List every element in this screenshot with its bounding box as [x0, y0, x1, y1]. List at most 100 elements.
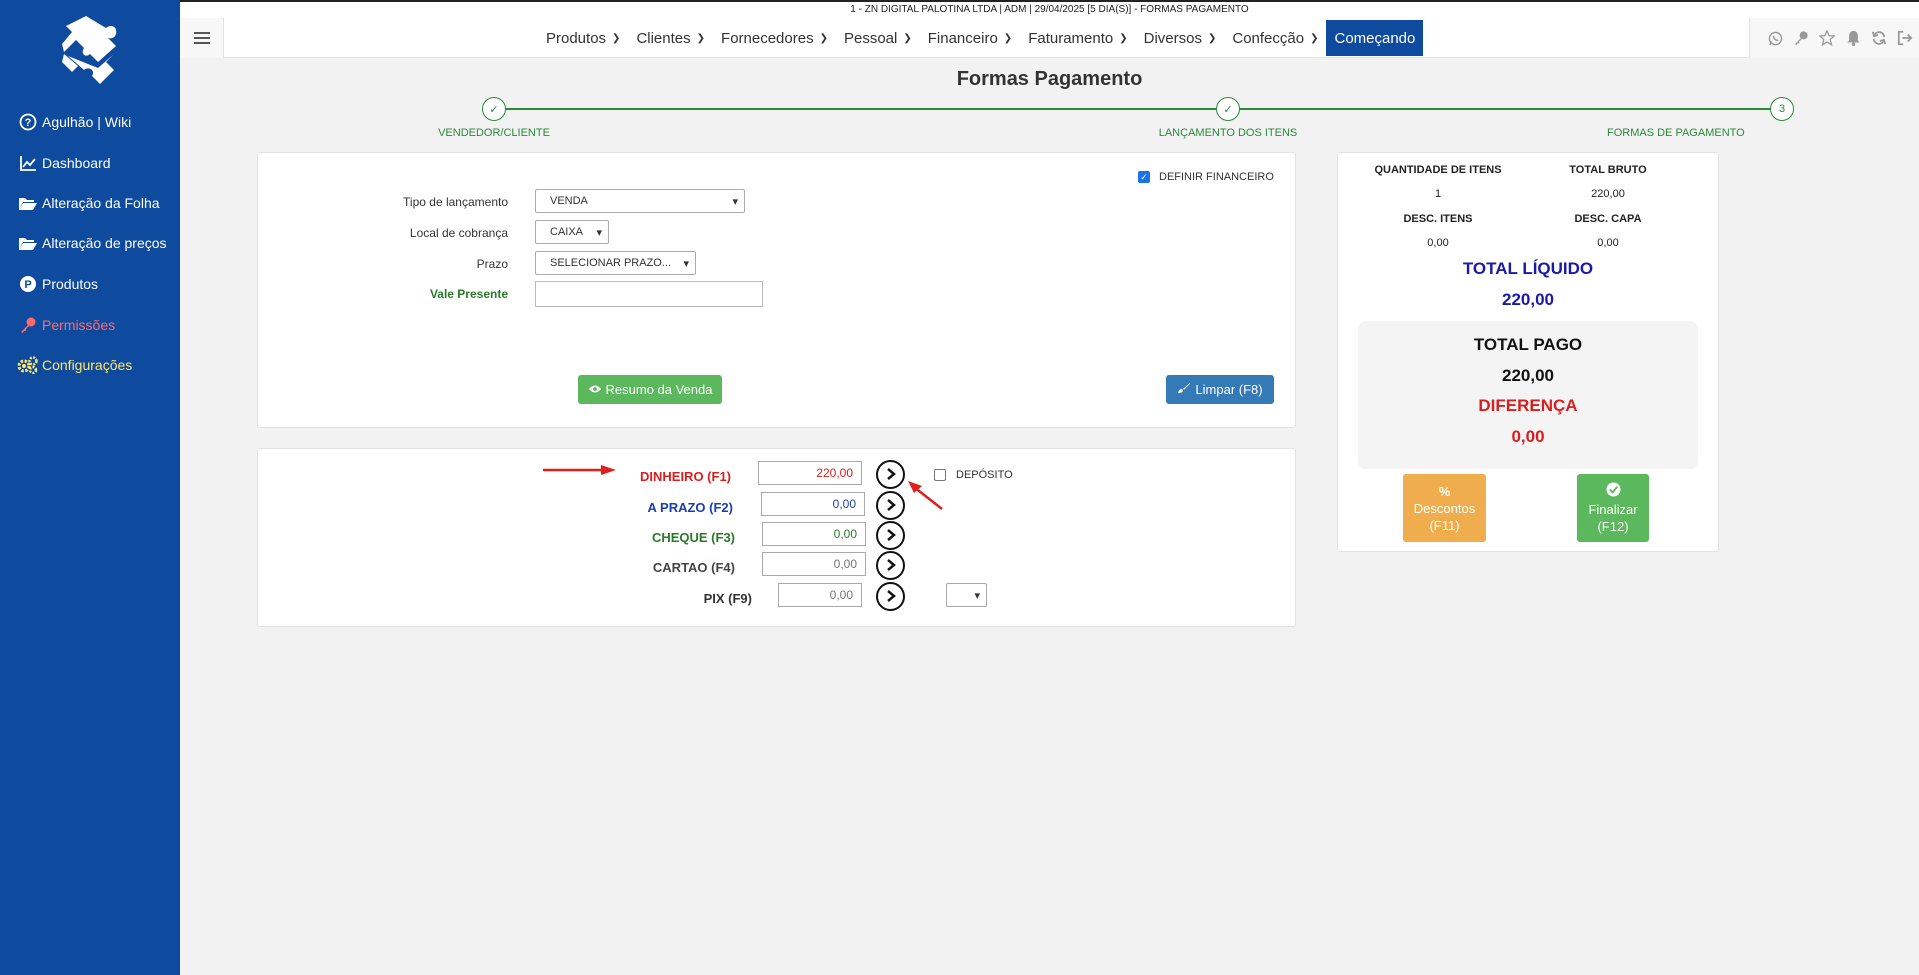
sidebar-item-label: Configurações: [42, 357, 133, 373]
nav-label: Produtos: [546, 29, 607, 47]
step-connector: [1228, 108, 1782, 110]
step-3-label: FORMAS DE PAGAMENTO: [1607, 127, 1745, 139]
top-navbar: Produtos ❯ Clientes ❯ Fornecedores ❯ Pessoa…: [180, 18, 1919, 58]
step-1-check-icon: ✓: [482, 97, 506, 121]
key-icon[interactable]: [1792, 29, 1810, 47]
check-circle-icon: [1605, 481, 1621, 501]
pix-input[interactable]: 0,00: [778, 583, 862, 607]
vale-presente-label: Vale Presente: [429, 287, 508, 301]
cheque-apply-button[interactable]: [876, 521, 905, 550]
descontos-button[interactable]: % Descontos (F11): [1403, 474, 1486, 542]
nav-financeiro[interactable]: Financeiro ❯: [920, 20, 1020, 56]
sidebar-item-produtos[interactable]: P Produtos: [17, 271, 98, 297]
limpar-button[interactable]: Limpar (F8): [1166, 375, 1274, 404]
sidebar-item-label: Permissões: [42, 317, 116, 333]
a-prazo-apply-button[interactable]: [876, 491, 905, 520]
nav-label: Financeiro: [927, 29, 998, 47]
nav-fornecedores[interactable]: Fornecedores ❯: [713, 20, 836, 56]
diferenca-label: DIFERENÇA: [1478, 396, 1578, 415]
sidebar-item-dashboard[interactable]: Dashboard: [17, 150, 111, 176]
pix-apply-button[interactable]: [876, 582, 905, 611]
nav-diversos[interactable]: Diversos ❯: [1136, 20, 1225, 56]
cartao-input[interactable]: 0,00: [762, 552, 866, 576]
logout-icon[interactable]: [1896, 29, 1914, 47]
nav-pessoal[interactable]: Pessoal ❯: [836, 20, 920, 56]
nav-confeccao[interactable]: Confecção ❯: [1224, 20, 1326, 56]
prazo-select[interactable]: SELECIONAR PRAZO... ▾: [535, 251, 696, 275]
chevron-down-icon: ❯: [1003, 32, 1013, 44]
chevron-right-icon: [886, 528, 896, 544]
sidebar-item-wiki[interactable]: ? Agulhão | Wiki: [17, 109, 131, 135]
pix-account-select[interactable]: ▾: [946, 583, 987, 607]
total-bruto-value: 220,00: [1591, 188, 1625, 200]
folder-open-icon: [17, 192, 39, 214]
deposito-label: DEPÓSITO: [956, 469, 1013, 481]
eye-icon: [588, 382, 602, 397]
sidebar-item-configuracoes[interactable]: Configurações: [17, 352, 132, 378]
deposito-option: DEPÓSITO: [934, 469, 1013, 481]
svg-text:P: P: [24, 279, 31, 291]
puzzle-logo-icon: [58, 14, 122, 88]
sidebar-item-label: Alteração da Folha: [42, 195, 160, 211]
local-cobranca-label: Local de cobrança: [409, 226, 508, 240]
nav-label: Começando: [1334, 29, 1416, 47]
vale-presente-input[interactable]: [535, 281, 763, 307]
deposito-checkbox[interactable]: [934, 469, 946, 481]
button-label: Finalizar: [1588, 501, 1638, 517]
tipo-lancamento-label: Tipo de lançamento: [403, 195, 508, 209]
payment-methods-panel: DINHEIRO (F1) 220,00 DEPÓSITO A PRAZO (F…: [257, 448, 1296, 627]
button-shortcut: (F12): [1597, 518, 1629, 534]
help-circle-icon: ?: [17, 111, 39, 133]
cheque-input[interactable]: 0,00: [762, 522, 866, 546]
resumo-venda-button[interactable]: Resumo da Venda: [578, 375, 722, 404]
nav-label: Clientes: [636, 29, 691, 47]
page-title: Formas Pagamento: [956, 68, 1143, 90]
cartao-label: CARTAO (F4): [652, 560, 735, 575]
nav-produtos[interactable]: Produtos ❯: [538, 20, 628, 56]
step-2-label: LANÇAMENTO DOS ITENS: [1158, 127, 1298, 139]
svg-text:?: ?: [25, 117, 32, 129]
button-label: Limpar (F8): [1195, 382, 1263, 397]
chevron-down-icon: ❯: [612, 32, 621, 44]
total-bruto-label: TOTAL BRUTO: [1569, 164, 1647, 176]
cartao-apply-button[interactable]: [876, 551, 905, 580]
a-prazo-input[interactable]: 0,00: [761, 492, 865, 516]
chevron-right-icon: [886, 467, 896, 483]
chevron-down-icon: ▾: [683, 257, 689, 270]
desc-capa-value: 0,00: [1597, 237, 1619, 249]
step-connector: [494, 108, 1216, 110]
finalizar-button[interactable]: Finalizar (F12): [1577, 474, 1649, 542]
dinheiro-apply-button[interactable]: [876, 460, 905, 489]
sidebar-item-label: Alteração de preços: [42, 235, 167, 251]
local-cobranca-select[interactable]: CAIXA ▾: [535, 220, 609, 244]
cheque-label: CHEQUE (F3): [651, 530, 735, 545]
dinheiro-label: DINHEIRO (F1): [640, 469, 731, 484]
tipo-lancamento-select[interactable]: VENDA ▾: [535, 189, 745, 213]
refresh-icon[interactable]: [1870, 29, 1888, 47]
nav-faturamento[interactable]: Faturamento ❯: [1020, 20, 1135, 56]
sidebar-item-label: Agulhão | Wiki: [42, 114, 132, 130]
nav-label: Confecção: [1232, 29, 1305, 47]
chevron-down-icon: ❯: [1310, 32, 1319, 44]
sidebar-item-alteracao-folha[interactable]: Alteração da Folha: [17, 190, 160, 216]
hamburger-menu-icon[interactable]: [180, 18, 224, 58]
step-1-label: VENDEDOR/CLIENTE: [438, 127, 550, 139]
nav-comecando[interactable]: Começando: [1326, 20, 1424, 56]
percent-icon: %: [1438, 483, 1451, 499]
chevron-down-icon: ❯: [819, 32, 828, 44]
definir-financeiro-option: ✓ DEFINIR FINANCEIRO: [1138, 171, 1274, 183]
dinheiro-input[interactable]: 220,00: [758, 461, 862, 485]
bell-icon[interactable]: [1844, 29, 1862, 47]
gears-icon: [17, 354, 39, 376]
whatsapp-icon[interactable]: [1766, 29, 1784, 47]
sidebar-item-label: Dashboard: [42, 155, 111, 171]
sidebar-item-permissoes[interactable]: Permissões: [17, 312, 115, 338]
company-info-bar: 1 - ZN DIGITAL PALOTINA LTDA | ADM | 29/…: [180, 0, 1919, 18]
star-icon[interactable]: [1818, 29, 1836, 47]
chevron-down-icon: ❯: [903, 32, 912, 44]
chevron-right-icon: [886, 589, 896, 605]
definir-financeiro-checkbox[interactable]: ✓: [1138, 171, 1150, 183]
launch-form-panel: ✓ DEFINIR FINANCEIRO Tipo de lançamento …: [257, 152, 1296, 428]
nav-clientes[interactable]: Clientes ❯: [628, 20, 713, 56]
sidebar-item-alteracao-precos[interactable]: Alteração de preços: [17, 230, 167, 256]
